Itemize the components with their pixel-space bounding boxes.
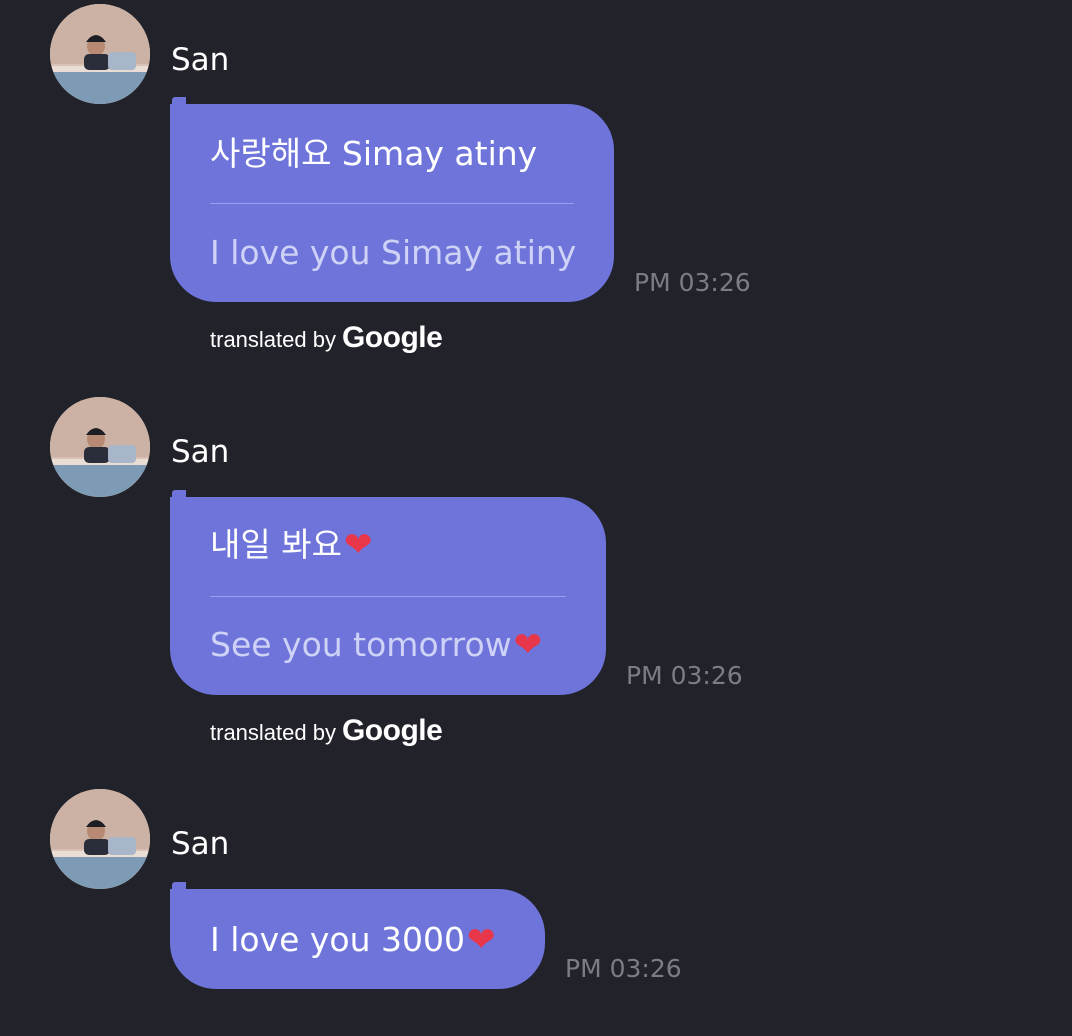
original-text-line: 내일 봐요❤ (210, 525, 372, 565)
original-text: 내일 봐요 (210, 525, 342, 564)
google-logo: Google (341, 321, 443, 354)
google-logo: Google (341, 714, 443, 747)
translation-divider (210, 596, 566, 597)
translation-attribution: translated by Google (210, 714, 443, 752)
sender-avatar[interactable] (50, 4, 150, 104)
sender-avatar[interactable] (50, 789, 150, 889)
message-text-line: I love you 3000❤ (210, 920, 496, 960)
heart-icon: ❤ (467, 920, 496, 960)
message-timestamp: PM 03:26 (634, 268, 751, 297)
avatar-photo-icon (50, 4, 150, 104)
translated-text: See you tomorrow (210, 625, 512, 664)
avatar-photo-icon (50, 789, 150, 889)
sender-name: San (171, 434, 230, 470)
translated-text: I love you Simay atiny (210, 233, 577, 272)
message-bubble[interactable]: 내일 봐요❤ See you tomorrow❤ (170, 490, 606, 695)
attribution-prefix: translated by (210, 327, 336, 352)
avatar-photo-icon (50, 397, 150, 497)
original-text: 사랑해요 Simay atiny (210, 134, 538, 173)
sender-name: San (171, 42, 230, 78)
heart-icon: ❤ (343, 525, 373, 565)
sender-avatar[interactable] (50, 397, 150, 497)
message-timestamp: PM 03:26 (565, 954, 682, 983)
message-bubble[interactable]: I love you 3000❤ (170, 882, 545, 989)
message-text: I love you 3000 (210, 920, 466, 959)
translation-attribution: translated by Google (210, 321, 443, 359)
heart-icon: ❤ (513, 625, 543, 665)
sender-name: San (171, 826, 230, 862)
translation-divider (210, 203, 574, 204)
translated-text-line: See you tomorrow❤ (210, 625, 542, 665)
message-bubble[interactable]: 사랑해요 Simay atiny I love you Simay atiny (170, 97, 614, 302)
attribution-prefix: translated by (210, 720, 336, 745)
chat-thread: San 사랑해요 Simay atiny I love you Simay at… (0, 0, 1072, 1036)
message-timestamp: PM 03:26 (626, 661, 743, 690)
